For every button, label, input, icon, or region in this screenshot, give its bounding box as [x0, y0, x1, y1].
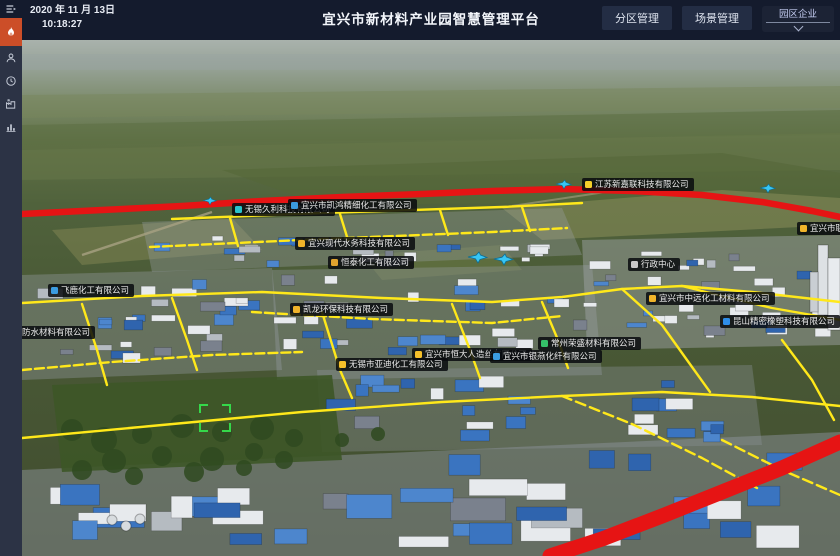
company-name: 飞鹿化工有限公司: [61, 284, 129, 297]
smart-park-platform: 2020 年 11 月 13日 10:18:27 宜兴市新材料产业园智慧管理平台…: [0, 0, 840, 556]
company-map-label[interactable]: 宜兴市联丰化工有限公司: [797, 222, 840, 235]
company-name: 宜兴市凯鸿精细化工有限公司: [301, 199, 412, 212]
company-label-layer: 无锡久利科技有限公司宜兴市凯鸿精细化工有限公司宜兴现代水务科技有限公司恒泰化工有…: [22, 40, 840, 556]
label-icon: [415, 351, 422, 358]
label-icon: [493, 353, 500, 360]
company-map-label[interactable]: 宜兴现代水务科技有限公司: [295, 237, 415, 250]
zone-management-button[interactable]: 分区管理: [602, 6, 672, 30]
label-icon: [298, 240, 305, 247]
factory-icon[interactable]: [0, 92, 22, 115]
company-name: 宏成防水材料有限公司: [22, 326, 90, 339]
company-name: 昆山精密橡塑科技有限公司: [733, 315, 835, 328]
company-map-label[interactable]: 宜兴市中远化工材料有限公司: [646, 292, 775, 305]
company-name: 恒泰化工有限公司: [341, 256, 409, 269]
company-name: 常州荣盛材料有限公司: [551, 337, 636, 350]
company-map-label[interactable]: 昆山精密橡塑科技有限公司: [720, 315, 840, 328]
bar-chart-icon[interactable]: [0, 115, 22, 138]
company-map-label[interactable]: 宜兴市凯鸿精细化工有限公司: [288, 199, 417, 212]
label-icon: [235, 206, 242, 213]
user-icon[interactable]: [0, 46, 22, 69]
dropdown-label: 园区企业: [779, 9, 817, 20]
company-map-label[interactable]: 行政中心: [628, 258, 680, 271]
label-icon: [339, 361, 346, 368]
company-map-label[interactable]: 无锡市亚迪化工有限公司: [336, 358, 448, 371]
company-name: 宜兴现代水务科技有限公司: [308, 237, 410, 250]
flame-icon[interactable]: [0, 18, 22, 46]
company-name: 无锡市亚迪化工有限公司: [349, 358, 443, 371]
top-bar: 2020 年 11 月 13日 10:18:27 宜兴市新材料产业园智慧管理平台…: [22, 0, 840, 40]
scene-management-button[interactable]: 场景管理: [682, 6, 752, 30]
company-map-label[interactable]: 宏成防水材料有限公司: [22, 326, 95, 339]
company-map-label[interactable]: 常州荣盛材料有限公司: [538, 337, 641, 350]
map-viewport[interactable]: 无锡久利科技有限公司宜兴市凯鸿精细化工有限公司宜兴现代水务科技有限公司恒泰化工有…: [22, 40, 840, 556]
company-name: 行政中心: [641, 258, 675, 271]
company-name: 宜兴市银燕化纤有限公司: [503, 350, 597, 363]
label-icon: [585, 181, 592, 188]
label-icon: [331, 259, 338, 266]
company-name: 宜兴市联丰化工有限公司: [810, 222, 840, 235]
company-name: 江苏新嘉联科技有限公司: [595, 178, 689, 191]
label-icon: [51, 287, 58, 294]
park-enterprise-dropdown[interactable]: 园区企业: [762, 6, 834, 32]
label-icon: [293, 306, 300, 313]
label-icon: [541, 340, 548, 347]
label-icon: [631, 261, 638, 268]
left-nav-rail: [0, 0, 22, 556]
label-icon: [291, 202, 298, 209]
company-map-label[interactable]: 飞鹿化工有限公司: [48, 284, 134, 297]
company-map-label[interactable]: 江苏新嘉联科技有限公司: [582, 178, 694, 191]
label-icon: [723, 318, 730, 325]
menu-icon[interactable]: [0, 0, 22, 18]
label-icon: [649, 295, 656, 302]
company-map-label[interactable]: 宜兴市银燕化纤有限公司: [490, 350, 602, 363]
chevron-down-icon: [793, 22, 803, 32]
company-name: 宜兴市中远化工材料有限公司: [659, 292, 770, 305]
company-map-label[interactable]: 恒泰化工有限公司: [328, 256, 414, 269]
company-map-label[interactable]: 凯龙环保科技有限公司: [290, 303, 393, 316]
company-name: 凯龙环保科技有限公司: [303, 303, 388, 316]
clock-icon[interactable]: [0, 69, 22, 92]
label-icon: [800, 225, 807, 232]
header-actions: 分区管理 场景管理 园区企业: [602, 6, 834, 32]
